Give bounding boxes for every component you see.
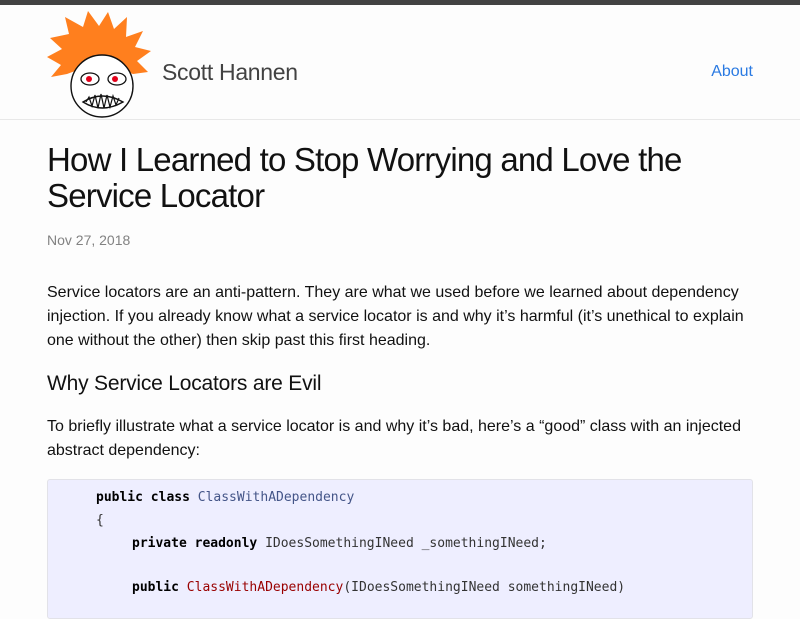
spiky-hair-face-logo[interactable]: [47, 11, 153, 119]
code-line: public class ClassWithADependency: [96, 490, 354, 505]
code-class-name: ClassWithADependency: [197, 490, 355, 505]
site-header: Scott Hannen About: [0, 5, 800, 120]
code-line: public ClassWithADependency(IDoesSomethi…: [132, 580, 625, 595]
code-keyword: public class: [96, 490, 198, 505]
post-title: How I Learned to Stop Worrying and Love …: [47, 141, 682, 214]
code-brace: {: [96, 513, 104, 528]
illustration-paragraph: To briefly illustrate what a service loc…: [47, 418, 741, 459]
code-block: public class ClassWithADependency { priv…: [47, 479, 753, 619]
post-date: Nov 27, 2018: [47, 232, 131, 248]
site-title-link[interactable]: Scott Hannen: [162, 59, 298, 86]
code-line: {: [96, 513, 104, 528]
code-keyword: private readonly: [132, 536, 266, 551]
intro-paragraph: Service locators are an anti-pattern. Th…: [47, 284, 744, 349]
code-line: private readonly IDoesSomethingINeed _so…: [132, 536, 547, 551]
code-text: IDoesSomethingINeed _somethingINeed;: [265, 536, 547, 551]
nav-about-link[interactable]: About: [711, 63, 753, 81]
section-heading: Why Service Locators are Evil: [47, 372, 322, 395]
code-function-name: ClassWithADependency: [186, 580, 344, 595]
code-keyword: public: [132, 580, 187, 595]
code-text: (IDoesSomethingINeed somethingINeed): [343, 580, 626, 595]
